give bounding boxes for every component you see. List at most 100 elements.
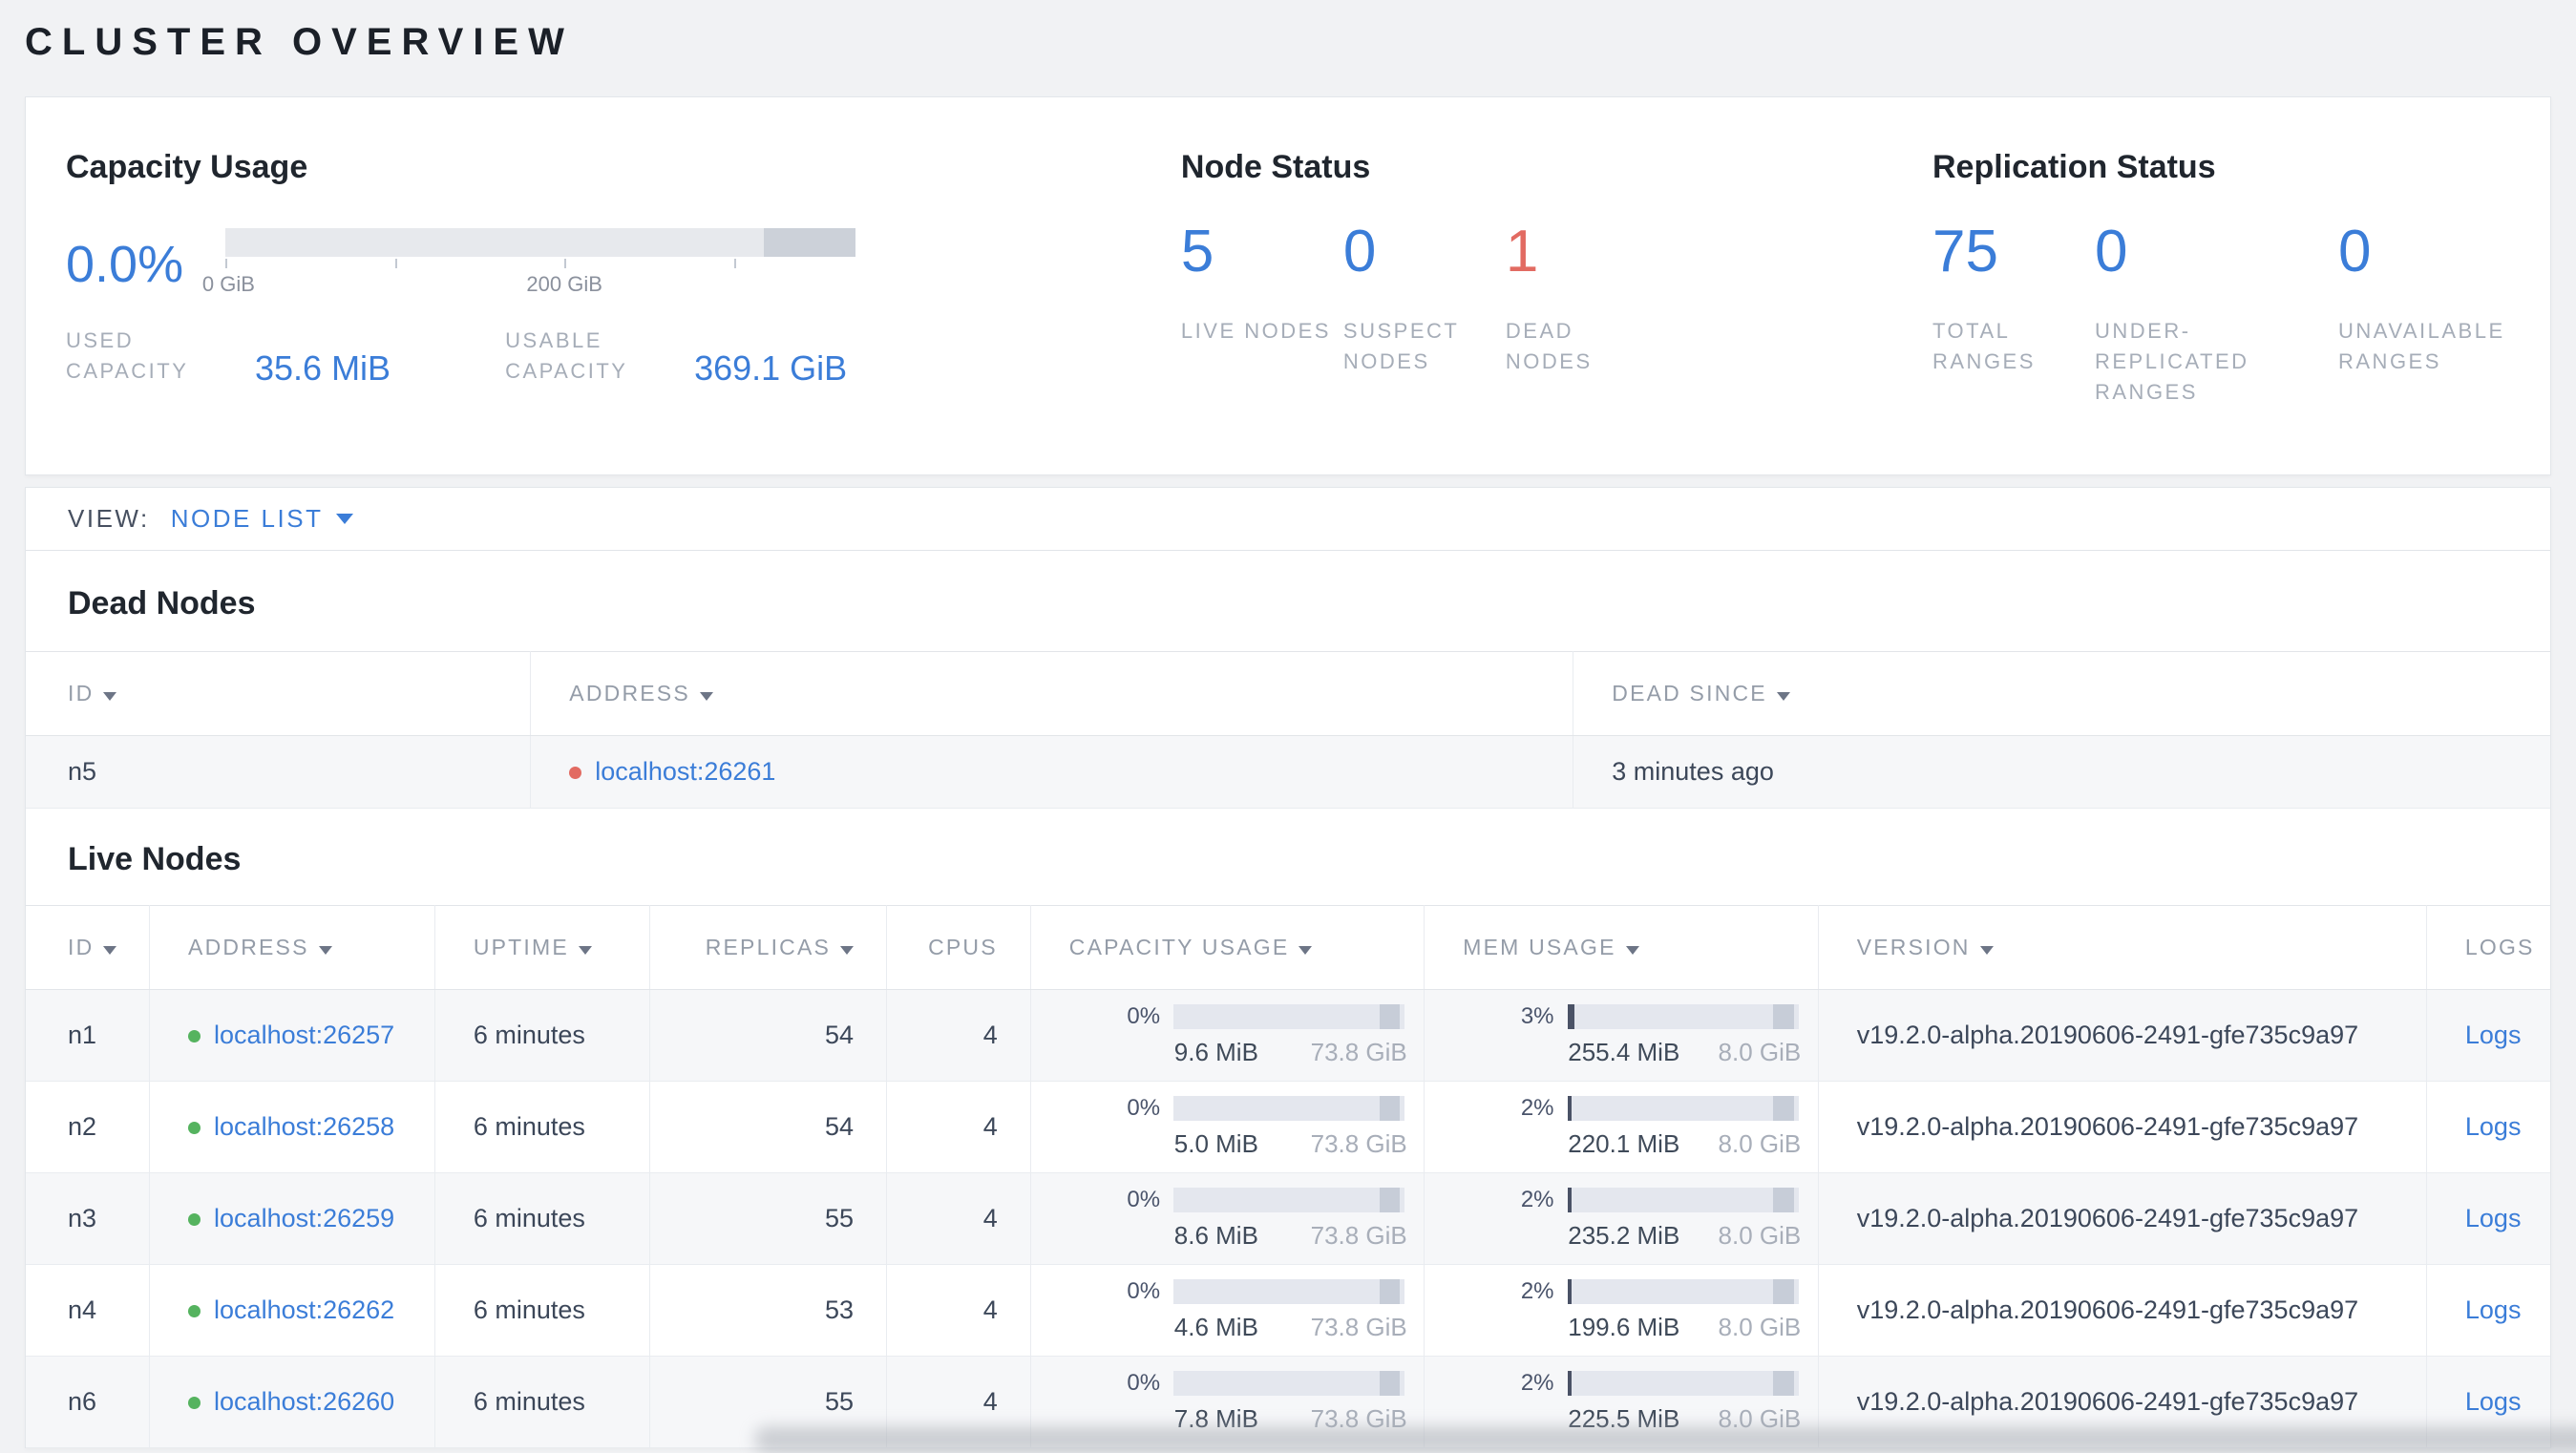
cell-logs: Logs	[2426, 1081, 2550, 1173]
column-header-address[interactable]: ADDRESS	[530, 651, 1574, 736]
cell-capacity-usage: 0% 8.6 MiB 73.8 GiB	[1030, 1172, 1425, 1265]
view-selected-value: NODE LIST	[170, 503, 324, 533]
axis-tick	[394, 259, 397, 268]
table-header-row: ID ADDRESS DEAD SINCE	[26, 651, 2550, 736]
node-address-link[interactable]: localhost:26258	[214, 1112, 394, 1141]
column-header-cpus[interactable]: CPUS	[886, 905, 1031, 990]
sort-arrow-icon	[699, 691, 713, 701]
cell-uptime: 6 minutes	[434, 989, 650, 1082]
cell-node-address: localhost:26260	[149, 1356, 435, 1448]
table-row: n2 localhost:26258 6 minutes 54 4 0% 5.0…	[26, 1081, 2550, 1173]
unavailable-ranges-stat: 0 UNAVAILABLE RANGES	[2338, 222, 2502, 408]
cell-capacity-usage: 0% 4.6 MiB 73.8 GiB	[1030, 1264, 1425, 1357]
logs-link[interactable]: Logs	[2465, 1204, 2522, 1232]
view-selector-dropdown[interactable]: NODE LIST	[171, 504, 354, 534]
under-replicated-count: 0	[2095, 219, 2128, 284]
mem-usage-bar	[1567, 1278, 1799, 1304]
sort-arrow-icon	[103, 691, 117, 701]
sort-arrow-icon	[1979, 945, 1994, 955]
table-row: n5 localhost:26261 3 minutes ago	[26, 735, 2550, 809]
logs-link[interactable]: Logs	[2465, 1295, 2522, 1324]
column-header-id[interactable]: ID	[26, 905, 151, 990]
cluster-summary-card: Capacity Usage 0.0% 0 GiB 200 GiB USED C…	[25, 96, 2551, 475]
column-header-id[interactable]: ID	[26, 651, 532, 736]
sort-arrow-icon	[1776, 691, 1790, 701]
node-address-link[interactable]: localhost:26257	[214, 1021, 394, 1049]
logs-link[interactable]: Logs	[2465, 1387, 2522, 1416]
cell-logs: Logs	[2426, 1172, 2550, 1265]
capacity-usage-section: Capacity Usage 0.0% 0 GiB 200 GiB USED C…	[66, 149, 1181, 408]
page-title: CLUSTER OVERVIEW	[25, 21, 574, 63]
cell-node-id: n5	[26, 735, 532, 809]
cell-node-address: localhost:26261	[530, 735, 1574, 809]
replication-status-title: Replication Status	[1932, 149, 2216, 185]
live-nodes-label: LIVE NODES	[1180, 319, 1331, 343]
capacity-usage-bar	[1173, 1003, 1405, 1029]
cell-node-id: n1	[26, 989, 151, 1082]
column-header-version[interactable]: VERSION	[1818, 905, 2427, 990]
under-replicated-ranges-stat: 0 UNDER-REPLICATED RANGES	[2095, 222, 2338, 408]
cell-uptime: 6 minutes	[434, 1081, 650, 1173]
usable-capacity-stat: USABLE CAPACITY 369.1 GiB	[505, 326, 847, 387]
cell-mem-usage: 2% 220.1 MiB 8.0 GiB	[1424, 1081, 1819, 1173]
cell-mem-usage: 2% 199.6 MiB 8.0 GiB	[1424, 1264, 1819, 1357]
cell-replicas: 54	[649, 989, 888, 1082]
cell-node-id: n6	[26, 1356, 151, 1448]
usable-capacity-value: 369.1 GiB	[694, 347, 848, 388]
healthy-dot-icon	[188, 1121, 201, 1134]
column-header-uptime[interactable]: UPTIME	[434, 905, 650, 990]
cell-uptime: 6 minutes	[434, 1356, 650, 1448]
column-header-dead-since[interactable]: DEAD SINCE	[1573, 651, 2550, 736]
column-header-replicas[interactable]: REPLICAS	[649, 905, 888, 990]
node-address-link[interactable]: localhost:26262	[214, 1295, 394, 1324]
column-header-mem-usage[interactable]: MEM USAGE	[1424, 905, 1819, 990]
total-ranges-label: TOTAL RANGES	[1932, 319, 2036, 373]
capacity-percent: 0.0%	[66, 236, 184, 293]
cell-version: v19.2.0-alpha.20190606-2491-gfe735c9a97	[1818, 1172, 2427, 1265]
node-status-section: Node Status 5 LIVE NODES 0 SUSPECT NODES…	[1181, 149, 1932, 408]
total-ranges-count: 75	[1932, 219, 1998, 284]
cell-replicas: 53	[649, 1264, 888, 1357]
suspect-nodes-label: SUSPECT NODES	[1342, 319, 1459, 373]
capacity-usage-bar	[1173, 1278, 1405, 1304]
replication-status-section: Replication Status 75 TOTAL RANGES 0 UND…	[1932, 149, 2502, 408]
live-nodes-heading: Live Nodes	[68, 840, 242, 877]
cell-cpus: 4	[886, 1172, 1031, 1265]
cell-node-id: n3	[26, 1172, 151, 1265]
cell-logs: Logs	[2426, 1264, 2550, 1357]
sort-arrow-icon	[103, 945, 117, 955]
cell-version: v19.2.0-alpha.20190606-2491-gfe735c9a97	[1818, 1264, 2427, 1357]
node-address-link[interactable]: localhost:26259	[214, 1204, 394, 1232]
capacity-axis: 0 GiB 200 GiB	[202, 257, 855, 301]
capacity-usage-title: Capacity Usage	[66, 149, 308, 185]
under-replicated-label: UNDER-REPLICATED RANGES	[2095, 319, 2249, 404]
logs-link[interactable]: Logs	[2465, 1021, 2522, 1049]
suspect-nodes-count: 0	[1342, 219, 1377, 284]
logs-link[interactable]: Logs	[2465, 1112, 2522, 1141]
column-header-capacity-usage[interactable]: CAPACITY USAGE	[1030, 905, 1425, 990]
cell-capacity-usage: 0% 9.6 MiB 73.8 GiB	[1030, 989, 1425, 1082]
cell-node-address: localhost:26262	[149, 1264, 435, 1357]
suspect-nodes-stat: 0 SUSPECT NODES	[1343, 222, 1506, 377]
capacity-usage-bar	[1173, 1187, 1405, 1212]
axis-tick	[225, 259, 228, 268]
capacity-usage-bar	[1173, 1095, 1405, 1121]
node-address-link[interactable]: localhost:26261	[595, 757, 775, 786]
view-label: VIEW:	[68, 503, 150, 533]
cell-node-address: localhost:26259	[149, 1172, 435, 1265]
node-address-link[interactable]: localhost:26260	[214, 1387, 394, 1416]
total-ranges-stat: 75 TOTAL RANGES	[1932, 222, 2095, 408]
healthy-dot-icon	[188, 1212, 201, 1226]
column-header-logs: LOGS	[2426, 905, 2550, 990]
axis-tick	[564, 259, 567, 268]
dead-nodes-table: ID ADDRESS DEAD SINCE n5 localhost:26261…	[26, 650, 2550, 809]
cell-version: v19.2.0-alpha.20190606-2491-gfe735c9a97	[1818, 1081, 2427, 1173]
sort-arrow-icon	[1299, 945, 1313, 955]
cell-logs: Logs	[2426, 989, 2550, 1082]
sort-arrow-icon	[318, 945, 332, 955]
column-header-address[interactable]: ADDRESS	[149, 905, 435, 990]
healthy-dot-icon	[188, 1396, 201, 1409]
capacity-bar-block: 0 GiB 200 GiB	[202, 228, 856, 301]
healthy-dot-icon	[188, 1029, 201, 1042]
mem-usage-bar	[1567, 1095, 1799, 1121]
